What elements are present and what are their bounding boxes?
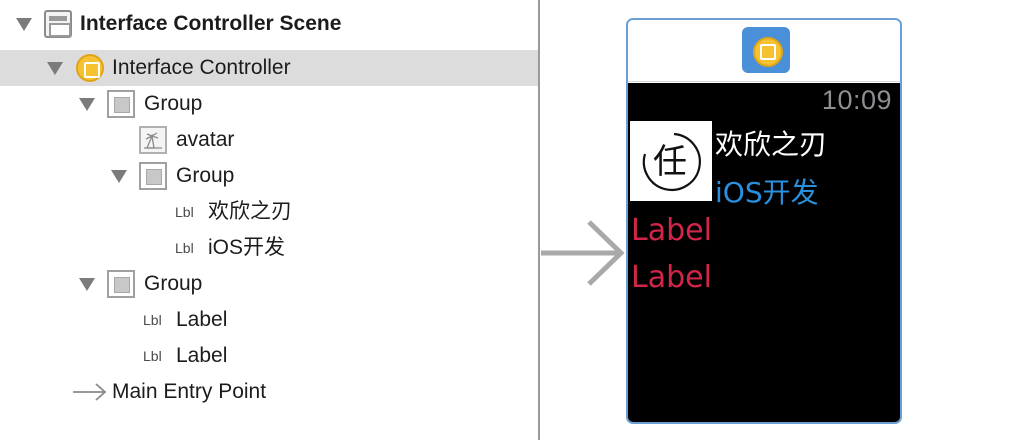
name-label[interactable]: 欢欣之刃 — [715, 123, 827, 163]
disclosure-triangle-icon[interactable] — [47, 62, 63, 75]
interface-controller-icon — [76, 54, 104, 82]
outline-row-label-subtitle[interactable]: Lbl iOS开发 — [0, 230, 538, 266]
document-outline: Interface Controller Scene Interface Con… — [0, 0, 538, 440]
outline-row-label: Group — [144, 92, 203, 115]
outline-row-label-2[interactable]: Lbl Label — [0, 338, 538, 374]
outline-row-label: Interface Controller Scene — [80, 12, 342, 35]
panel-divider[interactable] — [538, 0, 540, 440]
outline-row-label: Interface Controller — [112, 56, 291, 79]
disclosure-triangle-icon[interactable] — [79, 278, 95, 291]
subtitle-label[interactable]: iOS开发 — [715, 171, 819, 211]
status-time: 10:09 — [821, 85, 892, 115]
outline-row-label-1[interactable]: Lbl Label — [0, 302, 538, 338]
avatar-seal-icon: 任 — [642, 132, 701, 192]
label-1[interactable]: Label — [631, 213, 712, 248]
outline-row-scene[interactable]: Interface Controller Scene — [0, 6, 538, 42]
avatar-image[interactable]: 任 — [630, 121, 712, 201]
storyboard-entry-arrow-icon[interactable] — [541, 218, 627, 288]
group-icon — [107, 270, 135, 298]
scene-dock — [628, 20, 900, 82]
scene-icon — [44, 10, 72, 38]
outline-row-group[interactable]: Group — [0, 266, 538, 302]
outline-row-label: Label — [176, 344, 228, 367]
disclosure-triangle-icon[interactable] — [16, 18, 32, 31]
outline-row-label: avatar — [176, 128, 235, 151]
outline-row-interface-controller[interactable]: Interface Controller — [0, 50, 538, 86]
outline-row-label: Main Entry Point — [112, 380, 267, 403]
outline-row-main-entry-point[interactable]: Main Entry Point — [0, 374, 538, 410]
outline-row-label: Group — [144, 272, 203, 295]
disclosure-triangle-icon[interactable] — [111, 170, 127, 183]
outline-row-label-name[interactable]: Lbl 欢欣之刃 — [0, 194, 538, 230]
label-icon: Lbl — [143, 348, 162, 364]
avatar-glyph: 任 — [653, 142, 687, 182]
watch-interface-controller[interactable]: 10:09 任 欢欣之刃 iOS开发 Label Label — [626, 18, 902, 424]
label-icon: Lbl — [143, 312, 162, 328]
outline-row-group[interactable]: Group — [0, 158, 538, 194]
group-icon — [139, 162, 167, 190]
disclosure-triangle-icon[interactable] — [79, 98, 95, 111]
label-icon: Lbl — [175, 240, 194, 256]
outline-row-label: Label — [176, 308, 228, 331]
outline-row-group[interactable]: Group — [0, 86, 538, 122]
outline-row-label: Group — [176, 164, 235, 187]
group-icon — [107, 90, 135, 118]
label-icon: Lbl — [175, 204, 194, 220]
outline-row-avatar[interactable]: avatar — [0, 122, 538, 158]
interface-controller-icon[interactable] — [742, 27, 790, 73]
entry-arrow-icon — [73, 383, 107, 401]
outline-row-label: 欢欣之刃 — [208, 200, 292, 223]
label-2[interactable]: Label — [631, 260, 712, 295]
outline-row-label: iOS开发 — [208, 236, 286, 259]
image-icon — [139, 126, 167, 154]
watch-screen: 10:09 任 欢欣之刃 iOS开发 Label Label — [628, 83, 900, 422]
